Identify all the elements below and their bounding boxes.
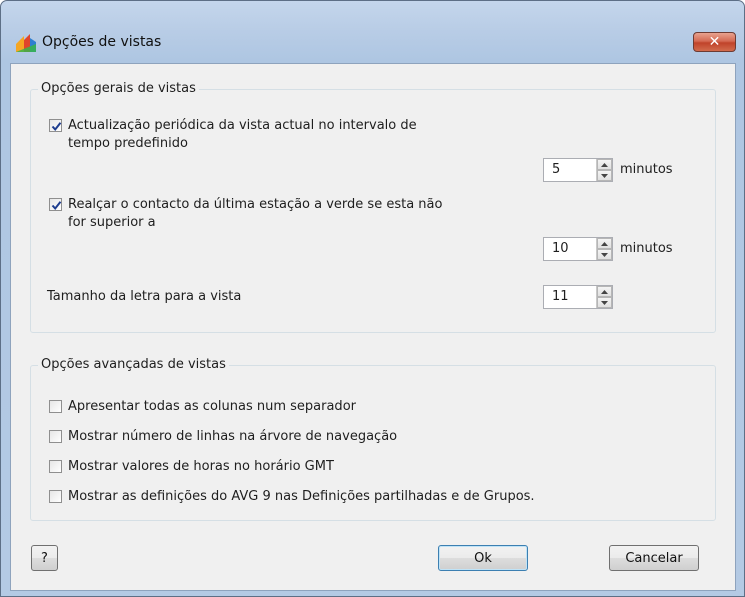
highlight-contact-label-line2: for superior a	[68, 215, 156, 230]
highlight-contact-checkbox[interactable]	[49, 198, 62, 211]
help-button[interactable]: ?	[31, 545, 58, 571]
dialog-body: Opções gerais de vistas Actualização per…	[10, 63, 736, 591]
highlight-interval-value[interactable]: 10	[544, 238, 596, 260]
advanced-options-group: Opções avançadas de vistas Apresentar to…	[30, 357, 716, 521]
title-bar[interactable]: Opções de vistas ✕	[1, 1, 744, 61]
advanced-option-label: Mostrar as definições do AVG 9 nas Defin…	[68, 489, 535, 504]
advanced-option-checkbox[interactable]	[49, 490, 62, 503]
advanced-option-label: Mostrar número de linhas na árvore de na…	[68, 429, 398, 444]
font-size-label: Tamanho da letra para a vista	[47, 289, 242, 304]
font-size-value[interactable]: 11	[544, 286, 596, 308]
arrow-up-icon	[601, 241, 608, 246]
highlight-interval-stepper[interactable]: 10	[543, 237, 613, 261]
highlight-contact-option[interactable]: Realçar o contacto da última estação a v…	[49, 196, 442, 232]
periodic-interval-stepper[interactable]: 5	[543, 158, 613, 182]
checkmark-icon	[51, 122, 62, 132]
close-icon: ✕	[708, 34, 721, 50]
cancel-button[interactable]: Cancelar	[609, 545, 699, 571]
window-title: Opções de vistas	[42, 34, 162, 50]
ok-button[interactable]: Ok	[438, 545, 528, 571]
checkmark-icon	[51, 201, 62, 211]
advanced-option-label: Apresentar todas as colunas num separado…	[68, 399, 356, 414]
dialog-window: Opções de vistas ✕ Opções gerais de vist…	[0, 0, 745, 597]
periodic-update-label-line1: Actualização periódica da vista actual n…	[68, 118, 417, 133]
spin-up-button[interactable]	[597, 159, 612, 170]
advanced-option-label: Mostrar valores de horas no horário GMT	[68, 459, 334, 474]
periodic-update-label-line2: tempo predefinido	[68, 136, 188, 151]
periodic-interval-value[interactable]: 5	[544, 159, 596, 181]
font-size-stepper[interactable]: 11	[543, 285, 613, 309]
general-options-group: Opções gerais de vistas Actualização per…	[30, 81, 716, 333]
spin-down-button[interactable]	[597, 249, 612, 260]
spin-up-button[interactable]	[597, 286, 612, 297]
periodic-interval-unit: minutos	[620, 162, 673, 177]
advanced-option-checkbox[interactable]	[49, 430, 62, 443]
highlight-interval-unit: minutos	[620, 241, 673, 256]
spin-down-button[interactable]	[597, 170, 612, 181]
arrow-up-icon	[601, 162, 608, 167]
highlight-contact-label: Realçar o contacto da última estação a v…	[68, 196, 442, 232]
spin-up-button[interactable]	[597, 238, 612, 249]
advanced-option-item[interactable]: Mostrar as definições do AVG 9 nas Defin…	[49, 488, 535, 506]
advanced-option-checkbox[interactable]	[49, 400, 62, 413]
advanced-options-title: Opções avançadas de vistas	[38, 357, 229, 373]
arrow-down-icon	[601, 252, 608, 257]
periodic-update-checkbox[interactable]	[49, 119, 62, 132]
advanced-option-item[interactable]: Mostrar número de linhas na árvore de na…	[49, 428, 397, 446]
close-button[interactable]: ✕	[693, 32, 736, 52]
advanced-option-checkbox[interactable]	[49, 460, 62, 473]
general-options-title: Opções gerais de vistas	[38, 81, 199, 97]
advanced-option-item[interactable]: Mostrar valores de horas no horário GMT	[49, 458, 334, 476]
periodic-update-option[interactable]: Actualização periódica da vista actual n…	[49, 117, 417, 153]
arrow-down-icon	[601, 300, 608, 305]
avg-logo-icon	[16, 34, 36, 52]
spin-down-button[interactable]	[597, 297, 612, 308]
arrow-up-icon	[601, 289, 608, 294]
periodic-update-label: Actualização periódica da vista actual n…	[68, 117, 417, 153]
advanced-option-item[interactable]: Apresentar todas as colunas num separado…	[49, 398, 356, 416]
arrow-down-icon	[601, 173, 608, 178]
highlight-contact-label-line1: Realçar o contacto da última estação a v…	[68, 197, 443, 212]
